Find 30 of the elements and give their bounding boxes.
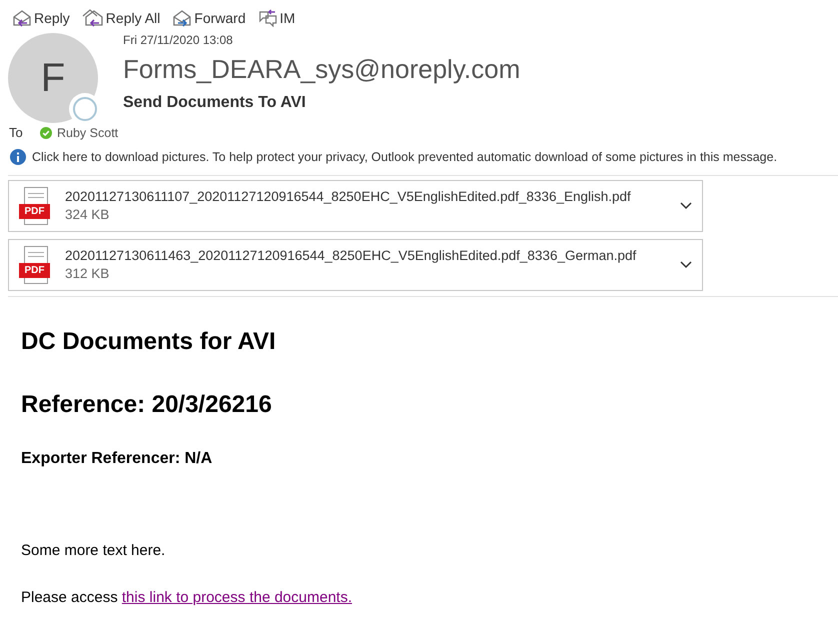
chevron-down-icon[interactable] (680, 261, 692, 269)
document-link[interactable]: this link to process the documents. (122, 589, 352, 606)
forward-icon (172, 9, 192, 27)
body-text: Please access this link to process the documents. (21, 588, 354, 608)
toolbar-button[interactable]: Reply All (82, 8, 160, 28)
avatar: F (8, 33, 98, 123)
attachment-size: 324 KB (65, 206, 110, 224)
attachment-size: 312 KB (65, 265, 110, 283)
to-label: To (9, 124, 24, 142)
chevron-down-icon[interactable] (680, 202, 692, 210)
recipient-link[interactable]: Ruby Scott (40, 124, 118, 142)
bold-line: Exporter Referencer: N/A (21, 449, 214, 469)
info-icon (10, 149, 26, 165)
heading: DC Documents for AVI (21, 327, 277, 357)
attachment-name: 20201127130611107_20201127120916544_8250EHC_V5EnglishEdited.pdf_8336_English.pdf (65, 188, 632, 206)
toolbar-button[interactable]: Forward (172, 8, 246, 28)
reply-icon (12, 9, 32, 27)
attachment-card[interactable]: PDF 20201127130611107_20201127120916544_8250EHC_V5EnglishEdited.pdf_8336_English.pdf 324 KB (8, 180, 703, 232)
heading: Reference: 20/3/26216 (21, 390, 273, 420)
info-bar-text[interactable]: Click here to download pictures. To help protect your privacy, Outlook prevented automatic download of some pictures in this message. (32, 148, 778, 166)
body-text: Some more text here. (21, 541, 166, 561)
toolbar-button[interactable]: Reply (12, 8, 70, 28)
toolbar-button[interactable]: IM (258, 8, 296, 28)
reply-all-icon (82, 9, 104, 27)
attachment-name: 20201127130611463_20201127120916544_8250EHC_V5EnglishEdited.pdf_8336_German.pdf (65, 247, 638, 265)
attachment-card[interactable]: PDF 20201127130611463_20201127120916544_8250EHC_V5EnglishEdited.pdf_8336_German.pdf 312 KB (8, 239, 703, 291)
sender-address: Forms_DEARA_sys@noreply.com (123, 53, 520, 85)
chat-icon (258, 9, 278, 27)
subject-text: Send Documents To AVI (123, 93, 307, 113)
date-text: Fri 27/11/2020 13:08 (123, 33, 234, 47)
